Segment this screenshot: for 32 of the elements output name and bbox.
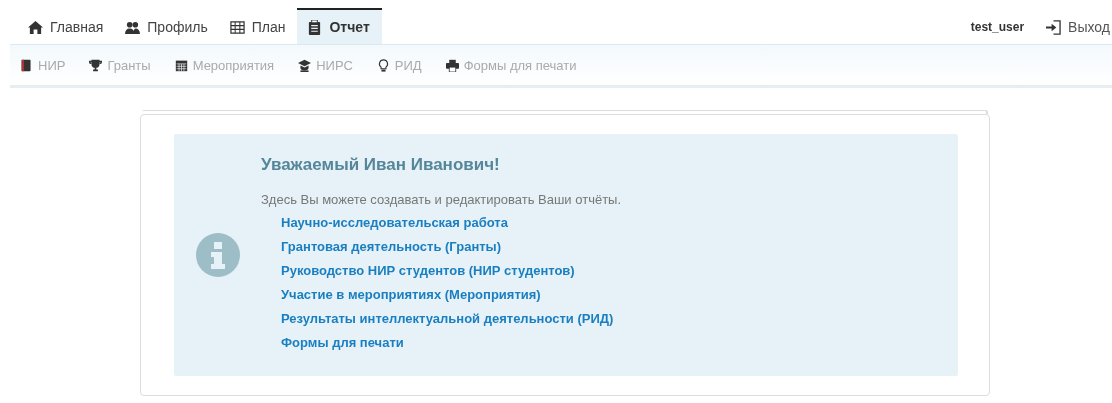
report-link[interactable]: Формы для печати (281, 331, 404, 355)
report-link[interactable]: Руководство НИР студентов (НИР студентов) (281, 259, 575, 283)
username-link[interactable]: test_user (970, 20, 1025, 34)
nav-tab[interactable]: Главная (18, 8, 116, 44)
subnav-item[interactable]: РИД (376, 57, 422, 73)
report-link[interactable]: Научно-исследовательская работа (281, 211, 508, 235)
nav-tab[interactable]: Отчет (297, 8, 382, 44)
report-link[interactable]: Участие в мероприятиях (Мероприятия) (281, 283, 541, 307)
nav-tab[interactable]: Профиль (115, 8, 220, 44)
calendar-icon (174, 58, 188, 72)
exit-icon (1046, 19, 1062, 35)
nav-tab[interactable]: План (219, 8, 298, 44)
users-icon (125, 19, 141, 35)
clipboard-icon (307, 19, 323, 35)
report-link[interactable]: Результаты интеллектуальной деятельности (РИД) (281, 307, 614, 331)
graduation-cap-icon (298, 58, 312, 72)
subnav-item[interactable]: НИРС (298, 57, 353, 73)
description-text: Здесь Вы можете создавать и редактировать Ваши отчёты. (261, 192, 622, 207)
book-icon (20, 58, 33, 72)
subnav-item[interactable]: НИР (20, 57, 66, 73)
table-icon (229, 19, 245, 35)
lightbulb-icon (376, 58, 390, 72)
logout-link[interactable]: Выход (1046, 19, 1112, 35)
subnav-item[interactable]: Гранты (89, 57, 151, 73)
info-icon (196, 233, 240, 277)
report-link[interactable]: Грантовая деятельность (Гранты) (281, 235, 502, 259)
house-icon (28, 19, 43, 35)
subnav-item[interactable]: Мероприятия (174, 57, 275, 73)
greeting-title: Уважаемый Иван Иванович! (261, 155, 501, 175)
printer-icon (445, 58, 459, 72)
trophy-icon (89, 58, 103, 72)
subnav-item[interactable]: Формы для печати (445, 57, 577, 73)
